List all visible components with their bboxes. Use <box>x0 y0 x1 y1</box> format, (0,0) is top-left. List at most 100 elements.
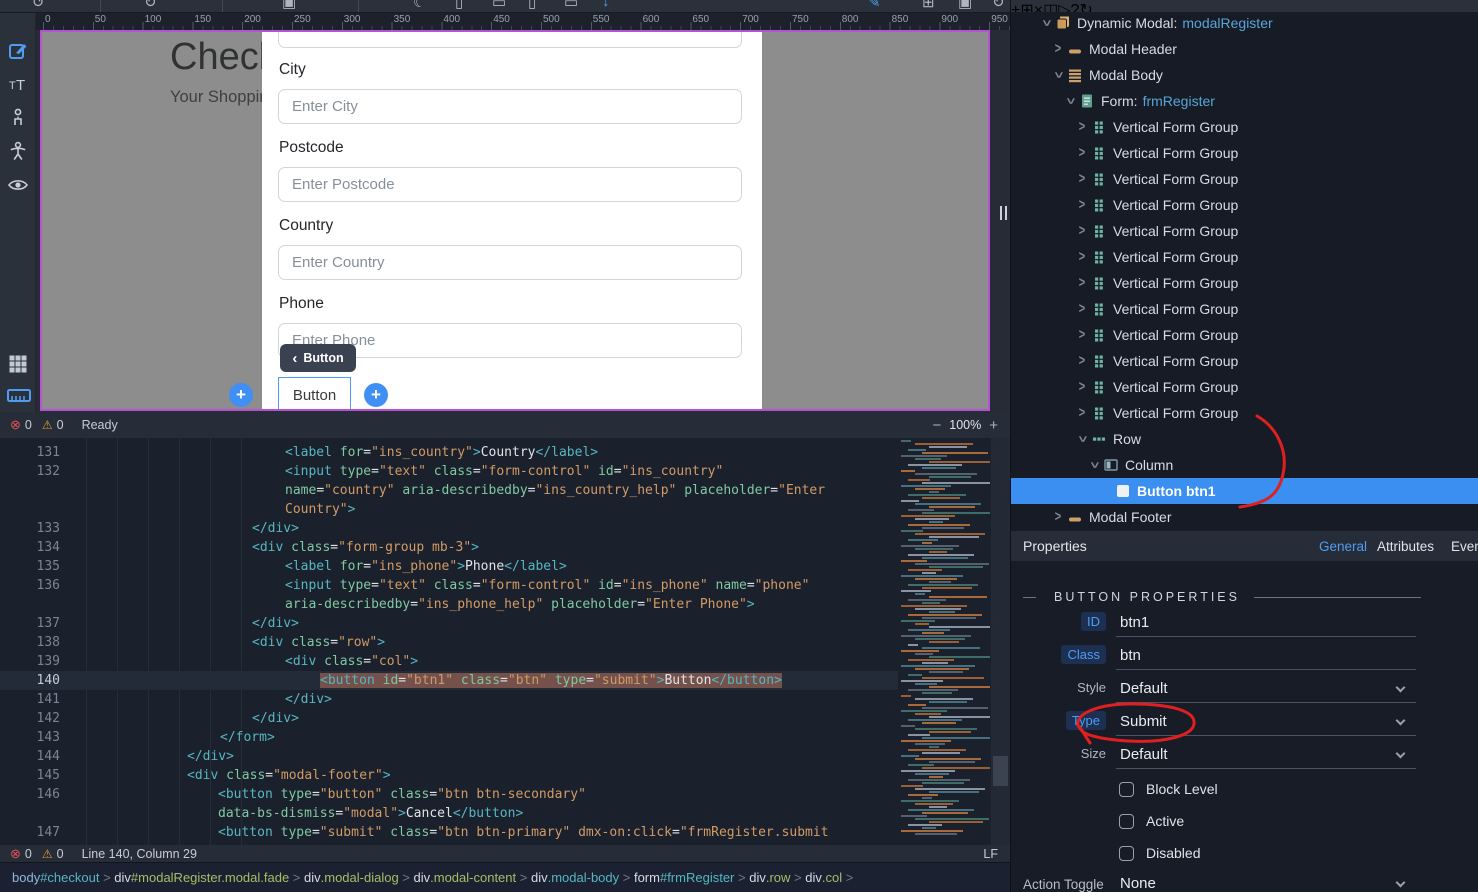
code-scrollbar[interactable] <box>991 438 1010 845</box>
code-line-143[interactable]: 143</form> <box>0 728 898 747</box>
text-icon[interactable]: TT <box>7 73 29 95</box>
laptop-icon[interactable]: ▭ <box>564 0 578 11</box>
breadcrumb-token[interactable]: .row <box>766 870 791 885</box>
tab-attributes[interactable]: Attributes <box>1377 539 1434 554</box>
tree-item-vertical-form-group[interactable]: >Vertical Form Group <box>1011 322 1478 348</box>
code-line-wrap[interactable]: data-bs-dismiss="modal">Cancel</button> <box>0 804 898 823</box>
undo-icon[interactable]: ↺ <box>32 0 45 11</box>
caret-collapsed-icon[interactable]: > <box>1075 223 1089 239</box>
tab-events[interactable]: Events <box>1451 539 1478 554</box>
snippets-icon[interactable]: ▣ <box>958 0 972 11</box>
tree-item-row[interactable]: >Row <box>1011 426 1478 452</box>
tree-item-vertical-form-group[interactable]: >Vertical Form Group <box>1011 270 1478 296</box>
caret-expanded-icon[interactable]: > <box>1062 94 1078 108</box>
code-line-wrap[interactable]: aria-describedby="ins_phone_help" placeh… <box>0 595 898 614</box>
eol-indicator[interactable]: LF <box>983 847 998 861</box>
field-input-postcode[interactable]: Enter Postcode <box>278 167 742 202</box>
phone-icon[interactable]: ▯ <box>455 0 463 11</box>
tree-item-vertical-form-group[interactable]: >Vertical Form Group <box>1011 374 1478 400</box>
breadcrumb-token[interactable]: #frmRegister <box>660 870 734 885</box>
app-structure-tree[interactable]: >Dynamic Modal:modalRegister>Modal Heade… <box>1011 0 1478 531</box>
code-line-144[interactable]: 144</div> <box>0 747 898 766</box>
tree-item-vertical-form-group[interactable]: >Vertical Form Group <box>1011 218 1478 244</box>
breadcrumb-token[interactable]: .modal-content <box>430 870 516 885</box>
grid-icon[interactable] <box>7 353 29 375</box>
code-line-141[interactable]: 141</div> <box>0 690 898 709</box>
tree-item-vertical-form-group[interactable]: >Vertical Form Group <box>1011 192 1478 218</box>
zoom-in-button[interactable]: + <box>989 417 998 434</box>
caret-expanded-icon[interactable]: > <box>1086 458 1102 472</box>
caret-collapsed-icon[interactable]: > <box>1075 327 1089 343</box>
tree-item-modal-footer[interactable]: >Modal Footer <box>1011 504 1478 530</box>
field-input-city[interactable]: Enter City <box>278 89 742 124</box>
add-before-button[interactable]: + <box>229 383 253 407</box>
code-editor[interactable]: 131<label for="ins_country">Country</lab… <box>0 438 1010 845</box>
tree-item-button-btn1[interactable]: Button btn1 <box>1011 478 1478 504</box>
select-style[interactable]: Default <box>1116 676 1416 703</box>
code-line-133[interactable]: 133</div> <box>0 519 898 538</box>
code-line-142[interactable]: 142</div> <box>0 709 898 728</box>
tab-general[interactable]: General <box>1319 539 1367 554</box>
breadcrumb-token[interactable]: div <box>414 870 431 885</box>
format-icon[interactable]: ✎ <box>868 0 881 11</box>
caret-collapsed-icon[interactable]: > <box>1051 41 1065 57</box>
tablet-landscape-icon[interactable]: ▯ <box>528 0 536 11</box>
caret-collapsed-icon[interactable]: > <box>1075 301 1089 317</box>
checkbox-active[interactable] <box>1119 814 1134 829</box>
tree-item-vertical-form-group[interactable]: >Vertical Form Group <box>1011 400 1478 426</box>
caret-collapsed-icon[interactable]: > <box>1075 353 1089 369</box>
action-toggle-select[interactable]: None <box>1116 871 1416 892</box>
refresh-icon[interactable]: ↻ <box>992 0 1005 11</box>
breadcrumb-token[interactable]: .col <box>822 870 842 885</box>
zoom-out-button[interactable]: − <box>932 417 941 434</box>
caret-collapsed-icon[interactable]: > <box>1075 119 1089 135</box>
checkbox-block-level[interactable] <box>1119 782 1134 797</box>
breadcrumb-token[interactable]: .modal-dialog <box>321 870 399 885</box>
breadcrumb-token[interactable]: div <box>531 870 548 885</box>
caret-collapsed-icon[interactable]: > <box>1075 171 1089 187</box>
tree-item-modal-body[interactable]: >Modal Body <box>1011 62 1478 88</box>
code-line-138[interactable]: 138<div class="row"> <box>0 633 898 652</box>
panels-icon[interactable]: ⊞ <box>922 0 935 11</box>
caret-collapsed-icon[interactable]: > <box>1075 405 1089 421</box>
caret-collapsed-icon[interactable]: > <box>1051 509 1065 525</box>
breadcrumb-token[interactable]: div <box>114 870 131 885</box>
input-id[interactable]: btn1 <box>1116 610 1416 637</box>
scrollbar-handle[interactable] <box>993 756 1008 786</box>
panel-splitter-handle[interactable] <box>996 204 1010 222</box>
tree-item-form-frmregister[interactable]: >Form:frmRegister <box>1011 88 1478 114</box>
tree-item-vertical-form-group[interactable]: >Vertical Form Group <box>1011 114 1478 140</box>
caret-collapsed-icon[interactable]: > <box>1075 379 1089 395</box>
dark-mode-icon[interactable]: ☾ <box>413 0 426 11</box>
code-line-131[interactable]: 131<label for="ins_country">Country</lab… <box>0 443 898 462</box>
tree-item-vertical-form-group[interactable]: >Vertical Form Group <box>1011 166 1478 192</box>
code-line-132[interactable]: 132<input type="text" class="form-contro… <box>0 462 898 481</box>
input-class[interactable]: btn <box>1116 643 1416 670</box>
input-partial-top[interactable] <box>278 30 742 48</box>
download-icon[interactable]: ↓ <box>602 0 610 10</box>
redo-icon[interactable]: ↻ <box>144 0 157 11</box>
user-info-icon[interactable] <box>7 106 29 128</box>
accessibility-icon[interactable] <box>7 140 29 162</box>
code-line-wrap[interactable]: Country"> <box>0 500 898 519</box>
tree-item-dynamic-modal-modalregister[interactable]: >Dynamic Modal:modalRegister <box>1011 10 1478 36</box>
tree-item-column[interactable]: >Column <box>1011 452 1478 478</box>
select-size[interactable]: Default <box>1116 742 1416 769</box>
code-line-134[interactable]: 134<div class="form-group mb-3"> <box>0 538 898 557</box>
caret-collapsed-icon[interactable]: > <box>1075 249 1089 265</box>
selected-button-element[interactable]: Button <box>278 377 351 411</box>
caret-expanded-icon[interactable]: > <box>1050 68 1066 82</box>
code-line-145[interactable]: 145<div class="modal-footer"> <box>0 766 898 785</box>
code-line-146[interactable]: 146<button type="button" class="btn btn-… <box>0 785 898 804</box>
edit-icon[interactable] <box>7 40 29 62</box>
tree-item-vertical-form-group[interactable]: >Vertical Form Group <box>1011 348 1478 374</box>
breadcrumb-token[interactable]: body <box>12 870 40 885</box>
breadcrumb-token[interactable]: div <box>805 870 822 885</box>
tree-item-modal-header[interactable]: >Modal Header <box>1011 36 1478 62</box>
ruler-icon[interactable] <box>7 389 29 411</box>
tablet-icon[interactable]: ▭ <box>492 0 506 11</box>
breadcrumb-token[interactable]: div <box>304 870 321 885</box>
code-line-140[interactable]: 140<button id="btn1" class="btn" type="s… <box>0 671 898 690</box>
save-icon[interactable]: ▣ <box>282 0 296 11</box>
tree-item-vertical-form-group[interactable]: >Vertical Form Group <box>1011 140 1478 166</box>
